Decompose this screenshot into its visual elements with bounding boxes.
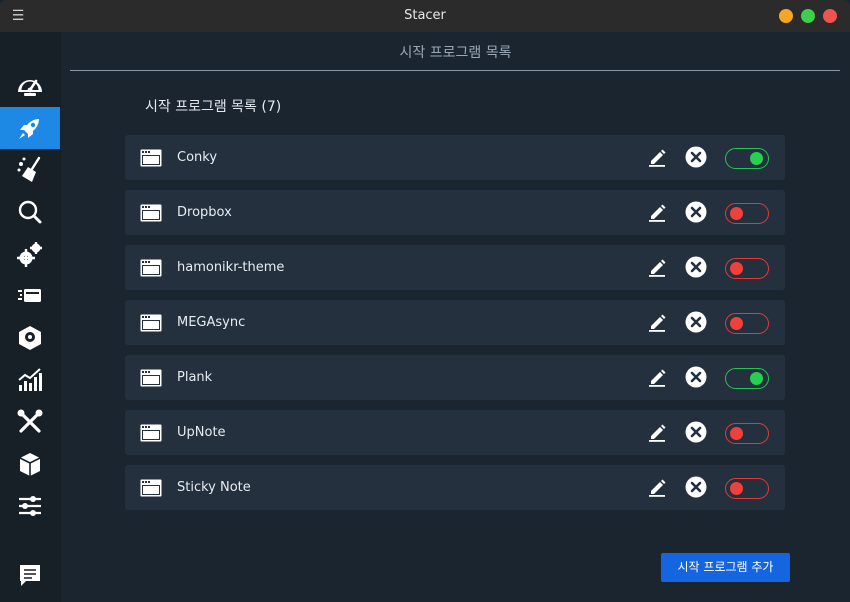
delete-icon[interactable] bbox=[685, 256, 707, 278]
toggle-knob bbox=[730, 207, 743, 220]
startup-app-name: Dropbox bbox=[177, 205, 232, 220]
resources-icon bbox=[18, 368, 42, 391]
startup-toggle[interactable] bbox=[725, 258, 769, 279]
startup-toggle[interactable] bbox=[725, 313, 769, 334]
startup-app-name: Conky bbox=[177, 150, 218, 165]
toggle-knob bbox=[730, 317, 743, 330]
window-title: Stacer bbox=[404, 8, 446, 23]
sidebar-item-processes[interactable] bbox=[0, 275, 60, 317]
tools-icon bbox=[17, 409, 43, 433]
delete-icon[interactable] bbox=[685, 366, 707, 388]
sidebar-item-resources[interactable] bbox=[0, 359, 60, 401]
application-window-icon bbox=[140, 259, 162, 277]
title-bar: ☰ Stacer bbox=[0, 0, 850, 32]
application-window-icon bbox=[140, 204, 162, 222]
sidebar-item-uninstaller[interactable] bbox=[0, 317, 60, 359]
edit-icon[interactable] bbox=[647, 477, 667, 497]
sidebar-item-services[interactable] bbox=[0, 233, 60, 275]
edit-icon[interactable] bbox=[647, 257, 667, 277]
application-window-icon bbox=[140, 479, 162, 497]
sidebar-item-settings[interactable] bbox=[0, 485, 60, 527]
toggle-knob bbox=[730, 262, 743, 275]
feedback-icon bbox=[20, 565, 40, 586]
delete-icon[interactable] bbox=[685, 201, 707, 223]
startup-apps-page: 시작 프로그램 목록 시작 프로그램 목록 (7) Conky Dropbox ha… bbox=[61, 32, 850, 602]
close-button[interactable] bbox=[823, 9, 837, 23]
delete-icon[interactable] bbox=[685, 146, 707, 168]
edit-icon[interactable] bbox=[647, 202, 667, 222]
sidebar-item-cleaner[interactable] bbox=[0, 149, 60, 191]
search-icon bbox=[18, 200, 42, 224]
edit-icon[interactable] bbox=[647, 367, 667, 387]
startup-app-row: MEGAsync bbox=[125, 300, 785, 345]
dashboard-icon bbox=[18, 79, 42, 96]
broom-icon bbox=[17, 156, 41, 182]
application-window-icon bbox=[140, 314, 162, 332]
sidebar-item-search[interactable] bbox=[0, 191, 60, 233]
sidebar-item-tools[interactable] bbox=[0, 401, 60, 443]
sidebar-item-feedback[interactable] bbox=[0, 554, 60, 596]
gears-icon bbox=[17, 242, 42, 267]
startup-app-name: Sticky Note bbox=[177, 480, 251, 495]
startup-toggle[interactable] bbox=[725, 203, 769, 224]
startup-count-label: 시작 프로그램 목록 (7) bbox=[145, 99, 282, 115]
sidebar bbox=[0, 32, 61, 602]
sidebar-item-dashboard[interactable] bbox=[0, 64, 60, 106]
minimize-button[interactable] bbox=[779, 9, 793, 23]
startup-app-row: hamonikr-theme bbox=[125, 245, 785, 290]
startup-toggle[interactable] bbox=[725, 368, 769, 389]
rocket-icon bbox=[19, 119, 39, 139]
settings-sliders-icon bbox=[19, 496, 41, 516]
delete-icon[interactable] bbox=[685, 421, 707, 443]
application-window-icon bbox=[140, 149, 162, 167]
maximize-button[interactable] bbox=[801, 9, 815, 23]
startup-app-row: Conky bbox=[125, 135, 785, 180]
page-title: 시작 프로그램 목록 bbox=[399, 45, 512, 61]
edit-icon[interactable] bbox=[647, 147, 667, 167]
startup-toggle[interactable] bbox=[725, 478, 769, 499]
sidebar-item-startup[interactable] bbox=[0, 107, 60, 149]
sidebar-item-apt[interactable] bbox=[0, 443, 60, 485]
startup-app-name: MEGAsync bbox=[177, 315, 246, 330]
toggle-knob bbox=[730, 482, 743, 495]
toggle-knob bbox=[730, 427, 743, 440]
delete-icon[interactable] bbox=[685, 476, 707, 498]
startup-toggle[interactable] bbox=[725, 148, 769, 169]
package-icon bbox=[19, 453, 41, 476]
startup-app-row: Plank bbox=[125, 355, 785, 400]
edit-icon[interactable] bbox=[647, 422, 667, 442]
startup-app-row: UpNote bbox=[125, 410, 785, 455]
startup-app-row: Dropbox bbox=[125, 190, 785, 235]
processes-icon bbox=[18, 289, 41, 302]
startup-app-name: hamonikr-theme bbox=[177, 260, 285, 275]
startup-app-name: Plank bbox=[177, 370, 213, 385]
startup-app-name: UpNote bbox=[177, 425, 226, 440]
delete-icon[interactable] bbox=[685, 311, 707, 333]
startup-app-row: Sticky Note bbox=[125, 465, 785, 510]
application-window-icon bbox=[140, 369, 162, 387]
header-divider bbox=[70, 70, 840, 71]
toggle-knob bbox=[750, 372, 763, 385]
add-startup-app-button[interactable]: 시작 프로그램 추가 bbox=[661, 553, 790, 582]
toggle-knob bbox=[750, 152, 763, 165]
application-window-icon bbox=[140, 424, 162, 442]
startup-toggle[interactable] bbox=[725, 423, 769, 444]
edit-icon[interactable] bbox=[647, 312, 667, 332]
uninstaller-icon bbox=[19, 326, 41, 350]
